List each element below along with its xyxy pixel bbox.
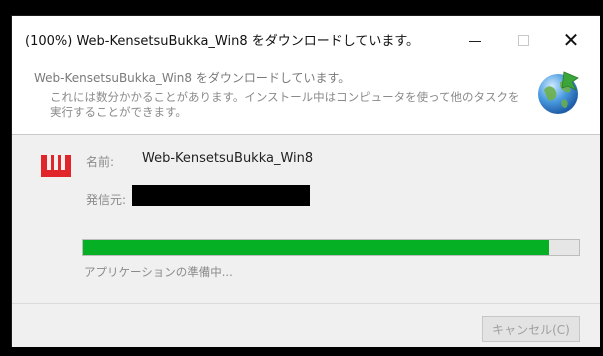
maximize-icon [517,34,529,46]
name-value: Web-KensetsuBukka_Win8 [142,151,314,166]
header-title: Web-KensetsuBukka_Win8 をダウンロードしています。 [34,71,351,85]
cancel-button[interactable]: キャンセル(C) [482,316,580,342]
publisher-label: 発信元: [86,193,127,207]
progress-bar [82,239,580,256]
download-dialog: (100%) Web-KensetsuBukka_Win8 をダウンロードしてい… [11,15,600,347]
name-label: 名前: [86,155,115,169]
publisher-value-redacted [132,185,310,206]
header-panel: Web-KensetsuBukka_Win8 をダウンロードしています。 これに… [12,64,600,134]
close-icon: ✕ [562,28,580,52]
progress-fill [83,240,550,255]
details-panel: 名前: Web-KensetsuBukka_Win8 発信元: アプリケーション… [12,135,600,303]
minimize-icon [469,40,481,42]
maximize-button[interactable] [506,25,540,55]
header-description: これには数分かかることがあります。インストール中はコンピュータを使って他のタスク… [50,90,520,119]
minimize-button[interactable] [458,25,492,55]
status-text: アプリケーションの準備中... [84,265,233,279]
title-bar: (100%) Web-KensetsuBukka_Win8 をダウンロードしてい… [12,16,600,64]
window-title: (100%) Web-KensetsuBukka_Win8 をダウンロードしてい… [25,34,420,49]
globe-install-icon [538,71,579,114]
footer-panel: キャンセル(C) [12,303,600,347]
app-logo-icon [41,155,71,177]
close-button[interactable]: ✕ [554,25,588,55]
